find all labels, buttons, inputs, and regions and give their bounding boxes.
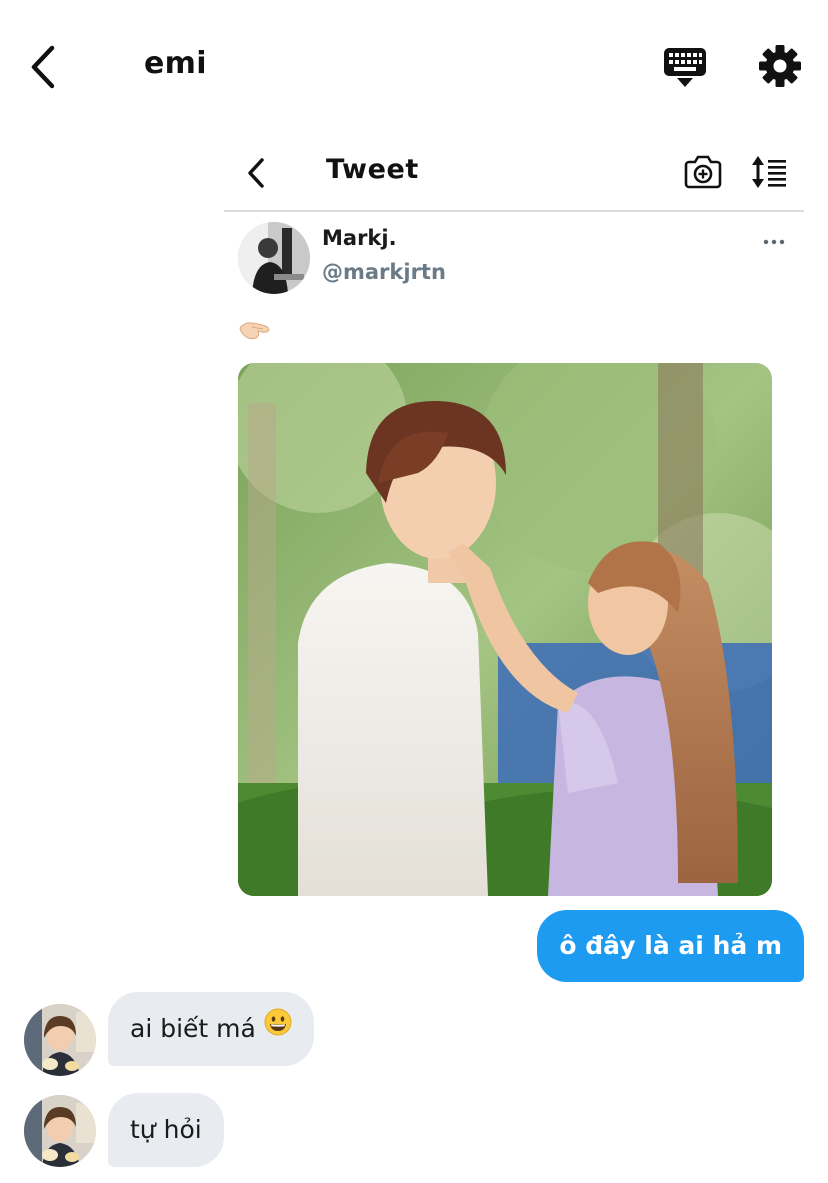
sender-avatar[interactable] bbox=[24, 1004, 96, 1076]
tweet-author-handle: @markjrtn bbox=[322, 260, 446, 284]
keyboard-icon bbox=[664, 48, 706, 87]
sort-list-icon bbox=[752, 156, 786, 188]
tweet-header: Tweet bbox=[224, 138, 804, 212]
grinning-face-emoji bbox=[264, 991, 292, 1065]
message-outgoing[interactable]: ô đây là ai hả m bbox=[537, 910, 804, 982]
chevron-left-icon bbox=[248, 158, 264, 188]
tweet-camera-button bbox=[684, 154, 722, 190]
tweet-sort-button bbox=[750, 154, 790, 190]
tweet-media-photo[interactable] bbox=[238, 363, 772, 896]
gear-icon bbox=[759, 45, 801, 87]
tweet-text-emoji bbox=[238, 316, 272, 342]
keyboard-button[interactable] bbox=[660, 44, 710, 92]
conversation-title[interactable]: emi bbox=[144, 46, 207, 81]
tweet-more-button bbox=[762, 234, 786, 250]
message-incoming[interactable]: ai biết má bbox=[108, 992, 314, 1066]
tweet-author-avatar bbox=[238, 222, 310, 294]
message-text: ai biết má bbox=[130, 1014, 256, 1043]
back-button[interactable] bbox=[22, 40, 66, 94]
camera-add-icon bbox=[684, 155, 722, 189]
settings-button[interactable] bbox=[756, 42, 804, 90]
chat-header: emi bbox=[0, 0, 828, 130]
more-dots-icon bbox=[763, 239, 785, 245]
tweet-header-title: Tweet bbox=[326, 154, 419, 185]
tweet-back-button bbox=[242, 154, 272, 192]
chevron-left-icon bbox=[31, 45, 55, 89]
tweet-author-name: Markj. bbox=[322, 226, 397, 250]
pinching-hand-emoji bbox=[239, 322, 270, 340]
shared-tweet-screenshot[interactable]: Tweet Markj. @markjrtn bbox=[224, 138, 804, 898]
message-incoming[interactable]: tự hỏi bbox=[108, 1093, 224, 1167]
sender-avatar[interactable] bbox=[24, 1095, 96, 1167]
message-text: tự hỏi bbox=[130, 1115, 202, 1144]
